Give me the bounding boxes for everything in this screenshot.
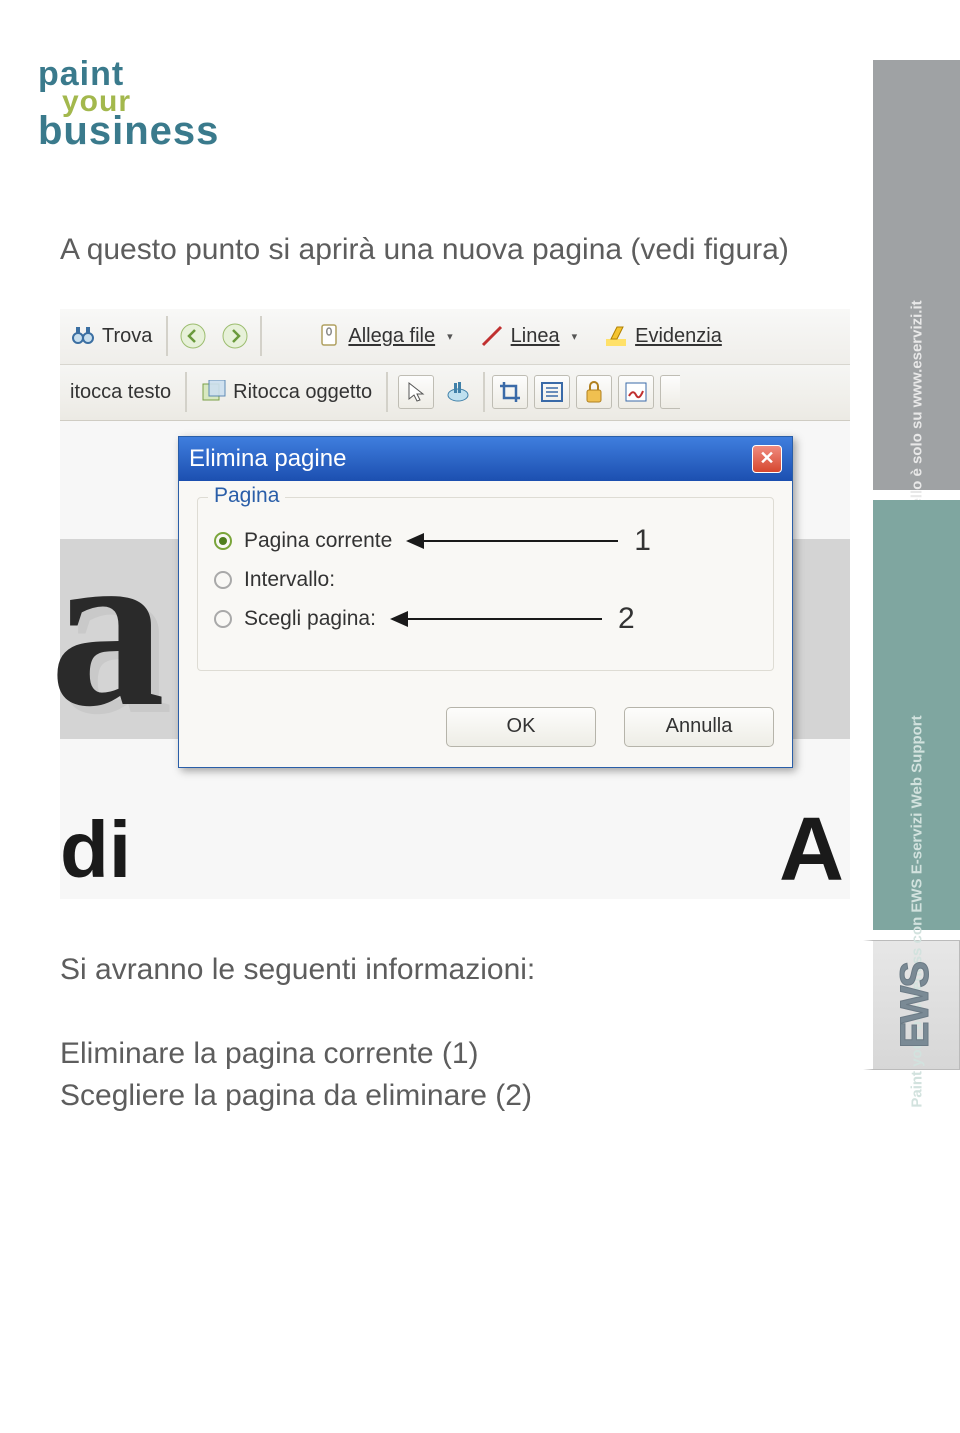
paperclip-icon [316, 323, 342, 349]
dialog-body: Pagina Pagina corrente 1 Intervallo: Sce… [179, 481, 792, 767]
nav-back-icon[interactable] [175, 319, 211, 353]
radio-current-label: Pagina corrente [244, 529, 392, 553]
radio-current-page[interactable]: Pagina corrente 1 [214, 524, 757, 558]
sidebar-tagline-2: Paint your busineness con EWS E-servizi … [863, 500, 960, 930]
retouch-object-label: Ritocca oggetto [233, 381, 372, 404]
highlight-label: Evidenzia [635, 325, 722, 348]
dialog-titlebar[interactable]: Elimina pagine ✕ [179, 437, 792, 481]
delete-pages-dialog: Elimina pagine ✕ Pagina Pagina corrente … [178, 436, 793, 768]
cancel-button[interactable]: Annulla [624, 707, 774, 747]
toolbar-separator [483, 372, 485, 412]
outro-line-3: Scegliere la pagina da eliminare (2) [60, 1075, 850, 1117]
ews-text: EWS [894, 962, 939, 1047]
toolbar-separator [260, 316, 262, 356]
highlight-button[interactable]: Evidenzia [593, 319, 732, 353]
radio-choose-page[interactable]: Scegli pagina: 2 [214, 602, 757, 636]
retouch-text-button[interactable]: itocca testo [60, 377, 181, 408]
form-tool-icon[interactable] [534, 375, 570, 409]
highlighter-icon [603, 323, 629, 349]
logo-line3: business [38, 114, 219, 148]
radio-icon [214, 610, 232, 628]
hand-tool-icon[interactable] [440, 375, 476, 409]
object-icon [201, 379, 227, 405]
retouch-text-label: itocca testo [70, 381, 171, 404]
sidebar-tagline-1: Il tuo fiore all'occhiello è solo su www… [863, 60, 960, 490]
radio-icon [214, 571, 232, 589]
find-label: Trova [102, 325, 152, 348]
page-group: Pagina Pagina corrente 1 Intervallo: Sce… [197, 497, 774, 671]
binoculars-icon [70, 323, 96, 349]
dialog-title-text: Elimina pagine [189, 445, 346, 473]
pointer-tool-icon[interactable] [398, 375, 434, 409]
screenshot-area: Trova Allega file ▾ Linea [60, 309, 850, 899]
arrow-annotation [408, 540, 618, 542]
retouch-object-button[interactable]: Ritocca oggetto [191, 375, 382, 409]
sign-tool-icon[interactable] [618, 375, 654, 409]
nav-fwd-icon[interactable] [217, 319, 253, 353]
find-button[interactable]: Trova [60, 319, 162, 353]
attach-file-button[interactable]: Allega file ▾ [306, 319, 468, 353]
dropdown-arrow-icon[interactable]: ▾ [441, 330, 459, 343]
background-letter-a: a [50, 494, 165, 759]
close-icon: ✕ [759, 448, 774, 469]
outro-line-2: Eliminare la pagina corrente (1) [60, 1033, 850, 1075]
annotation-1: 1 [634, 524, 662, 558]
background-text-a: A [779, 799, 844, 902]
outro-line-1: Si avranno le seguenti informazioni: [60, 949, 850, 991]
toolbar-separator [166, 316, 168, 356]
outro-block: Si avranno le seguenti informazioni: Eli… [60, 949, 850, 1117]
ok-button[interactable]: OK [446, 707, 596, 747]
toolbar-separator [386, 372, 388, 412]
close-button[interactable]: ✕ [752, 445, 782, 473]
toolbar-separator [185, 372, 187, 412]
right-sidebar: Il tuo fiore all'occhiello è solo su www… [863, 0, 960, 1070]
radio-choose-label: Scegli pagina: [244, 607, 376, 631]
arrow-annotation [392, 618, 602, 620]
annotation-2: 2 [618, 602, 646, 636]
dropdown-arrow-icon[interactable]: ▾ [566, 330, 584, 343]
background-text-di: di [60, 804, 131, 896]
toolbar-row-2: itocca testo Ritocca oggetto [60, 365, 850, 421]
dialog-actions: OK Annulla [197, 707, 774, 747]
sidebar-tagline-2-text: Paint your busineness con EWS E-servizi … [908, 715, 925, 1107]
attach-label: Allega file [348, 325, 435, 348]
crop-tool-icon[interactable] [492, 375, 528, 409]
line-tool-button[interactable]: Linea ▾ [469, 319, 593, 353]
radio-range-label: Intervallo: [244, 568, 335, 592]
extra-tool-icon[interactable] [660, 375, 680, 409]
lock-tool-icon[interactable] [576, 375, 612, 409]
line-label: Linea [511, 325, 560, 348]
line-icon [479, 323, 505, 349]
intro-paragraph: A questo punto si aprirà una nuova pagin… [60, 230, 850, 271]
logo: paint your business [38, 60, 219, 148]
group-legend: Pagina [208, 484, 285, 508]
toolbar-row-1: Trova Allega file ▾ Linea [60, 309, 850, 365]
radio-icon [214, 532, 232, 550]
radio-range[interactable]: Intervallo: [214, 568, 757, 592]
